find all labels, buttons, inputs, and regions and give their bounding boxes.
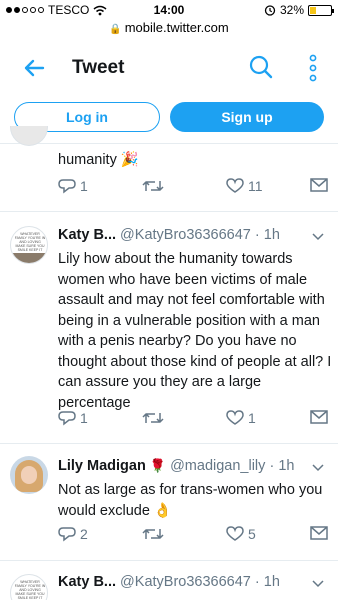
like-button[interactable]: 5 bbox=[226, 526, 256, 542]
reply-button[interactable]: 1 bbox=[58, 410, 88, 426]
reply-count: 1 bbox=[80, 178, 88, 194]
like-button[interactable]: 1 bbox=[226, 410, 256, 426]
chevron-down-icon[interactable] bbox=[312, 233, 324, 241]
auth-bar: Log in Sign up bbox=[0, 96, 338, 144]
rose-emoji: 🌹 bbox=[149, 458, 167, 473]
author-handle[interactable]: @KatyBro36366647 bbox=[120, 227, 251, 243]
tweet-header: Katy B... @KatyBro36366647 · 1h bbox=[58, 574, 280, 590]
url-bar[interactable]: 🔒 mobile.twitter.com bbox=[0, 20, 338, 40]
like-button[interactable]: 11 bbox=[226, 178, 263, 194]
author-name[interactable]: Katy B... bbox=[58, 227, 116, 243]
tweet-time[interactable]: 1h bbox=[278, 458, 294, 474]
divider bbox=[0, 211, 338, 212]
app-header: Tweet bbox=[0, 40, 338, 96]
author-handle[interactable]: @KatyBro36366647 bbox=[120, 574, 251, 590]
envelope-icon bbox=[310, 178, 328, 192]
separator: · bbox=[254, 227, 260, 243]
retweet-button[interactable] bbox=[142, 410, 164, 426]
avatar[interactable]: WHATEVER FAMILY YOU'RE IN AND LOVING MAK… bbox=[10, 574, 48, 600]
chevron-down-icon[interactable] bbox=[312, 464, 324, 472]
url-text: mobile.twitter.com bbox=[124, 20, 229, 35]
status-right: 32% bbox=[264, 3, 334, 17]
reply-icon bbox=[58, 527, 76, 542]
status-bar: TESCO 14:00 32% bbox=[0, 0, 338, 20]
avatar-sign-text: WHATEVER FAMILY YOU'RE IN AND LOVING MAK… bbox=[14, 580, 46, 600]
tweet-text: Not as large as for trans-women who you … bbox=[58, 482, 323, 519]
signup-button[interactable]: Sign up bbox=[170, 102, 324, 132]
tweet-time[interactable]: 1h bbox=[264, 227, 280, 243]
back-arrow-icon[interactable] bbox=[22, 56, 46, 80]
reply-button[interactable]: 2 bbox=[58, 526, 88, 542]
tweet-header: Lily Madigan 🌹 @madigan_lily · 1h bbox=[58, 458, 294, 474]
tweet-header: Katy B... @KatyBro36366647 · 1h bbox=[58, 227, 280, 243]
author-handle[interactable]: @madigan_lily bbox=[170, 458, 265, 474]
battery-icon bbox=[308, 4, 334, 16]
message-button[interactable] bbox=[310, 178, 328, 192]
retweet-icon bbox=[142, 181, 164, 191]
like-count: 1 bbox=[248, 410, 256, 426]
tweet-actions: 1 1 bbox=[58, 410, 338, 432]
reply-count: 2 bbox=[80, 526, 88, 542]
more-vertical-icon[interactable] bbox=[306, 53, 320, 83]
author-name[interactable]: Lily Madigan bbox=[58, 458, 146, 474]
heart-icon bbox=[226, 178, 244, 193]
author-name[interactable]: Katy B... bbox=[58, 574, 116, 590]
tweet-actions: 1 11 bbox=[58, 178, 338, 200]
battery-percent: 32% bbox=[279, 3, 304, 17]
avatar[interactable]: WHATEVER FAMILY YOU'RE IN AND LOVING MAK… bbox=[10, 226, 48, 264]
retweet-icon bbox=[142, 529, 164, 539]
like-count: 11 bbox=[248, 178, 263, 194]
tweet-time[interactable]: 1h bbox=[264, 574, 280, 590]
envelope-icon bbox=[310, 526, 328, 540]
message-button[interactable] bbox=[310, 410, 328, 424]
chevron-down-icon[interactable] bbox=[312, 580, 324, 588]
envelope-icon bbox=[310, 410, 328, 424]
separator: · bbox=[254, 574, 260, 590]
tweet-text: Lily how about the humanity towards wome… bbox=[58, 251, 332, 411]
search-icon[interactable] bbox=[248, 54, 274, 80]
heart-icon bbox=[226, 526, 244, 541]
like-count: 5 bbox=[248, 526, 256, 542]
retweet-button[interactable] bbox=[142, 178, 164, 194]
retweet-button[interactable] bbox=[142, 526, 164, 542]
message-button[interactable] bbox=[310, 526, 328, 540]
heart-icon bbox=[226, 410, 244, 425]
alarm-icon bbox=[264, 5, 276, 16]
reply-icon bbox=[58, 411, 76, 426]
divider bbox=[0, 443, 338, 444]
avatar-sign-text: WHATEVER FAMILY YOU'RE IN AND LOVING MAK… bbox=[14, 232, 46, 252]
lock-icon: 🔒 bbox=[109, 24, 122, 35]
page-title: Tweet bbox=[72, 57, 125, 78]
avatar[interactable] bbox=[10, 456, 48, 494]
reply-button[interactable]: 1 bbox=[58, 178, 88, 194]
tweet-text: humanity 🎉 bbox=[58, 152, 139, 168]
divider bbox=[0, 560, 338, 561]
reply-icon bbox=[58, 179, 76, 194]
reply-count: 1 bbox=[80, 410, 88, 426]
separator: · bbox=[269, 458, 275, 474]
retweet-icon bbox=[142, 413, 164, 423]
tweet-actions: 2 5 bbox=[58, 526, 338, 548]
